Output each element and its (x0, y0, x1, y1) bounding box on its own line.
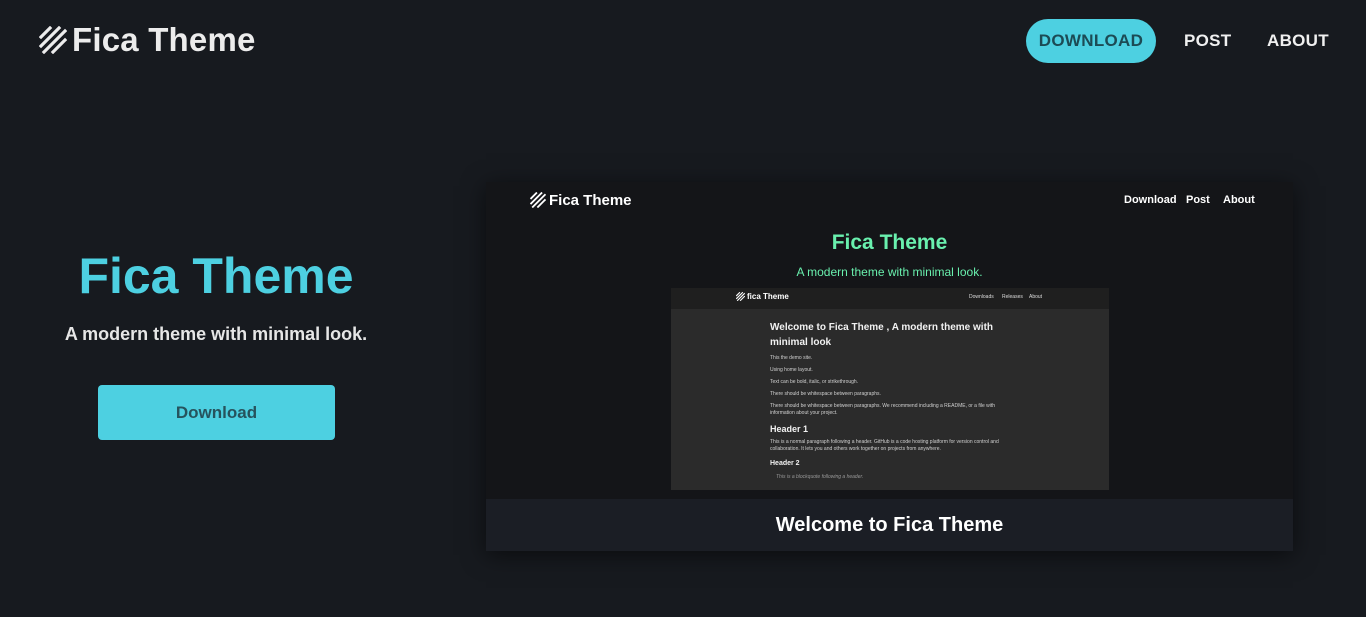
nested-header-2: Header 2 (770, 460, 800, 467)
preview-brand-name: Fica Theme (549, 191, 632, 209)
nested-screenshot: fica Theme Downloads Releases About Welc… (671, 288, 1109, 490)
preview-nav-download: Download (1124, 194, 1177, 206)
nested-header-1: Header 1 (770, 424, 809, 434)
hero-subtitle: A modern theme with minimal look. (64, 324, 368, 344)
theme-preview-image: Fica Theme Download Post About Fica Them… (486, 182, 1293, 551)
preview-subtitle: A modern theme with minimal look. (796, 265, 983, 279)
nav-download-button[interactable]: DOWNLOAD (1026, 19, 1156, 63)
site-header: Fica Theme DOWNLOAD POST ABOUT (0, 0, 1366, 82)
nested-link-about: About (1029, 294, 1043, 300)
preview-nav-post: Post (1186, 194, 1210, 206)
nested-link-releases: Releases (1002, 294, 1023, 300)
nested-paragraph: There should be whitespace between parag… (770, 403, 996, 416)
hero-download-button[interactable]: Download (98, 385, 335, 440)
diagonal-stripes-logo-icon (736, 292, 745, 301)
nested-brand: fica Theme (736, 292, 789, 301)
nested-blockquote: This is a blockquote following a header. (776, 474, 864, 480)
diagonal-stripes-logo-icon (530, 192, 546, 208)
preview-nav-about: About (1223, 194, 1255, 206)
nested-heading: Welcome to Fica Theme , A modern theme w… (770, 322, 994, 348)
nav-post-link[interactable]: POST (1184, 19, 1232, 63)
hero-title: Fica Theme (78, 248, 354, 304)
nested-link-downloads: Downloads (969, 294, 994, 300)
nested-paragraph: Text can be bold, italic, or strikethrou… (770, 379, 859, 385)
nested-paragraph: Using home layout. (770, 367, 813, 373)
brand-link[interactable]: Fica Theme (39, 22, 256, 58)
brand-name: Fica Theme (72, 21, 256, 58)
nested-content: Welcome to Fica Theme , A modern theme w… (770, 320, 1015, 480)
nested-paragraph: There should be whitespace between parag… (770, 391, 881, 397)
preview-title: Fica Theme (831, 231, 948, 254)
preview-brand: Fica Theme (530, 191, 632, 209)
diagonal-stripes-logo-icon (39, 26, 67, 54)
nested-paragraph: This the demo site. (770, 355, 813, 361)
nav-about-link[interactable]: ABOUT (1267, 19, 1329, 63)
nested-brand-name: fica Theme (747, 292, 789, 301)
preview-footer-title: Welcome to Fica Theme (486, 499, 1293, 551)
nested-paragraph: This is a normal paragraph following a h… (770, 439, 999, 452)
